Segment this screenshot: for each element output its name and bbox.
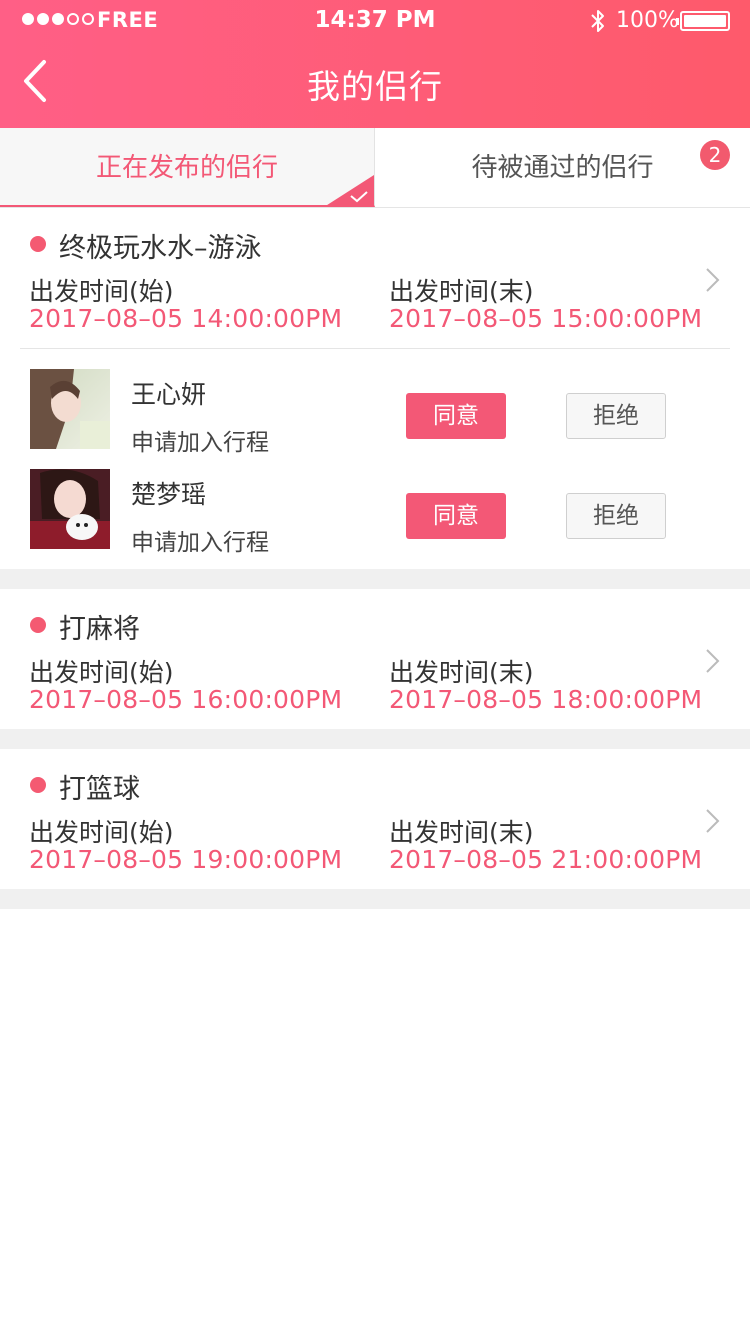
battery-percent: 100% (616, 8, 679, 33)
trip-card: 打麻将 出发时间(始) 2017–08–05 16:00:00PM 出发时间(末… (0, 589, 750, 729)
section-gap (0, 729, 750, 749)
end-time-label: 出发时间(末) (389, 277, 534, 306)
page-title: 我的侣行 (307, 67, 443, 106)
tab-pending[interactable]: 待被通过的侣行 (375, 128, 750, 207)
request-note: 申请加入行程 (131, 430, 269, 456)
applicant-name: 楚梦瑶 (131, 480, 207, 509)
notification-badge: 2 (700, 140, 730, 170)
trip-header[interactable]: 打麻将 出发时间(始) 2017–08–05 16:00:00PM 出发时间(末… (0, 589, 750, 729)
trip-header[interactable]: 打篮球 出发时间(始) 2017–08–05 19:00:00PM 出发时间(末… (0, 749, 750, 889)
agree-button[interactable]: 同意 (406, 493, 506, 539)
tab-label: 正在发布的侣行 (95, 153, 278, 183)
check-icon (350, 191, 368, 203)
end-time-label: 出发时间(末) (389, 818, 534, 847)
chevron-right-icon (706, 809, 720, 833)
start-time-value: 2017–08–05 19:00:00PM (29, 845, 343, 874)
join-request-item: 王心妍 申请加入行程 同意 拒绝 (0, 369, 750, 456)
trip-name: 打篮球 (59, 774, 140, 805)
start-time-label: 出发时间(始) (29, 658, 174, 687)
bullet-dot-icon (30, 777, 46, 793)
reject-button[interactable]: 拒绝 (566, 393, 666, 439)
end-time-label: 出发时间(末) (389, 658, 534, 687)
tab-publishing[interactable]: 正在发布的侣行 (0, 128, 375, 207)
section-gap (0, 569, 750, 589)
bullet-dot-icon (30, 617, 46, 633)
chevron-right-icon (706, 268, 720, 292)
status-bar: FREE 14:37 PM 100% (0, 0, 750, 42)
end-time-value: 2017–08–05 21:00:00PM (389, 845, 703, 874)
tab-label: 待被通过的侣行 (471, 153, 654, 183)
chevron-right-icon (706, 649, 720, 673)
trip-name: 打麻将 (59, 614, 140, 645)
trip-header[interactable]: 终极玩水水–游泳 出发时间(始) 2017–08–05 14:00:00PM 出… (0, 208, 750, 348)
battery-icon (676, 11, 730, 31)
join-request-list: 王心妍 申请加入行程 同意 拒绝 楚梦瑶 申请加入行程 同意 拒绝 (0, 349, 750, 569)
nav-bar: 我的侣行 (0, 42, 750, 128)
agree-button[interactable]: 同意 (406, 393, 506, 439)
tab-bar: 正在发布的侣行 待被通过的侣行 2 (0, 128, 750, 208)
start-time-label: 出发时间(始) (29, 277, 174, 306)
join-request-item: 楚梦瑶 申请加入行程 同意 拒绝 (0, 469, 750, 556)
trip-card: 终极玩水水–游泳 出发时间(始) 2017–08–05 14:00:00PM 出… (0, 208, 750, 569)
start-time-value: 2017–08–05 14:00:00PM (29, 304, 343, 333)
app-header: FREE 14:37 PM 100% 我的侣行 (0, 0, 750, 128)
bullet-dot-icon (30, 236, 46, 252)
trip-name: 终极玩水水–游泳 (59, 233, 262, 264)
request-note: 申请加入行程 (131, 530, 269, 556)
reject-button[interactable]: 拒绝 (566, 493, 666, 539)
start-time-value: 2017–08–05 16:00:00PM (29, 685, 343, 714)
avatar (30, 469, 110, 549)
end-time-value: 2017–08–05 18:00:00PM (389, 685, 703, 714)
applicant-name: 王心妍 (131, 380, 207, 409)
end-time-value: 2017–08–05 15:00:00PM (389, 304, 703, 333)
trip-card: 打篮球 出发时间(始) 2017–08–05 19:00:00PM 出发时间(末… (0, 749, 750, 889)
section-gap (0, 889, 750, 909)
avatar (30, 369, 110, 449)
trip-list: 终极玩水水–游泳 出发时间(始) 2017–08–05 14:00:00PM 出… (0, 208, 750, 909)
bluetooth-icon (591, 10, 604, 32)
start-time-label: 出发时间(始) (29, 818, 174, 847)
